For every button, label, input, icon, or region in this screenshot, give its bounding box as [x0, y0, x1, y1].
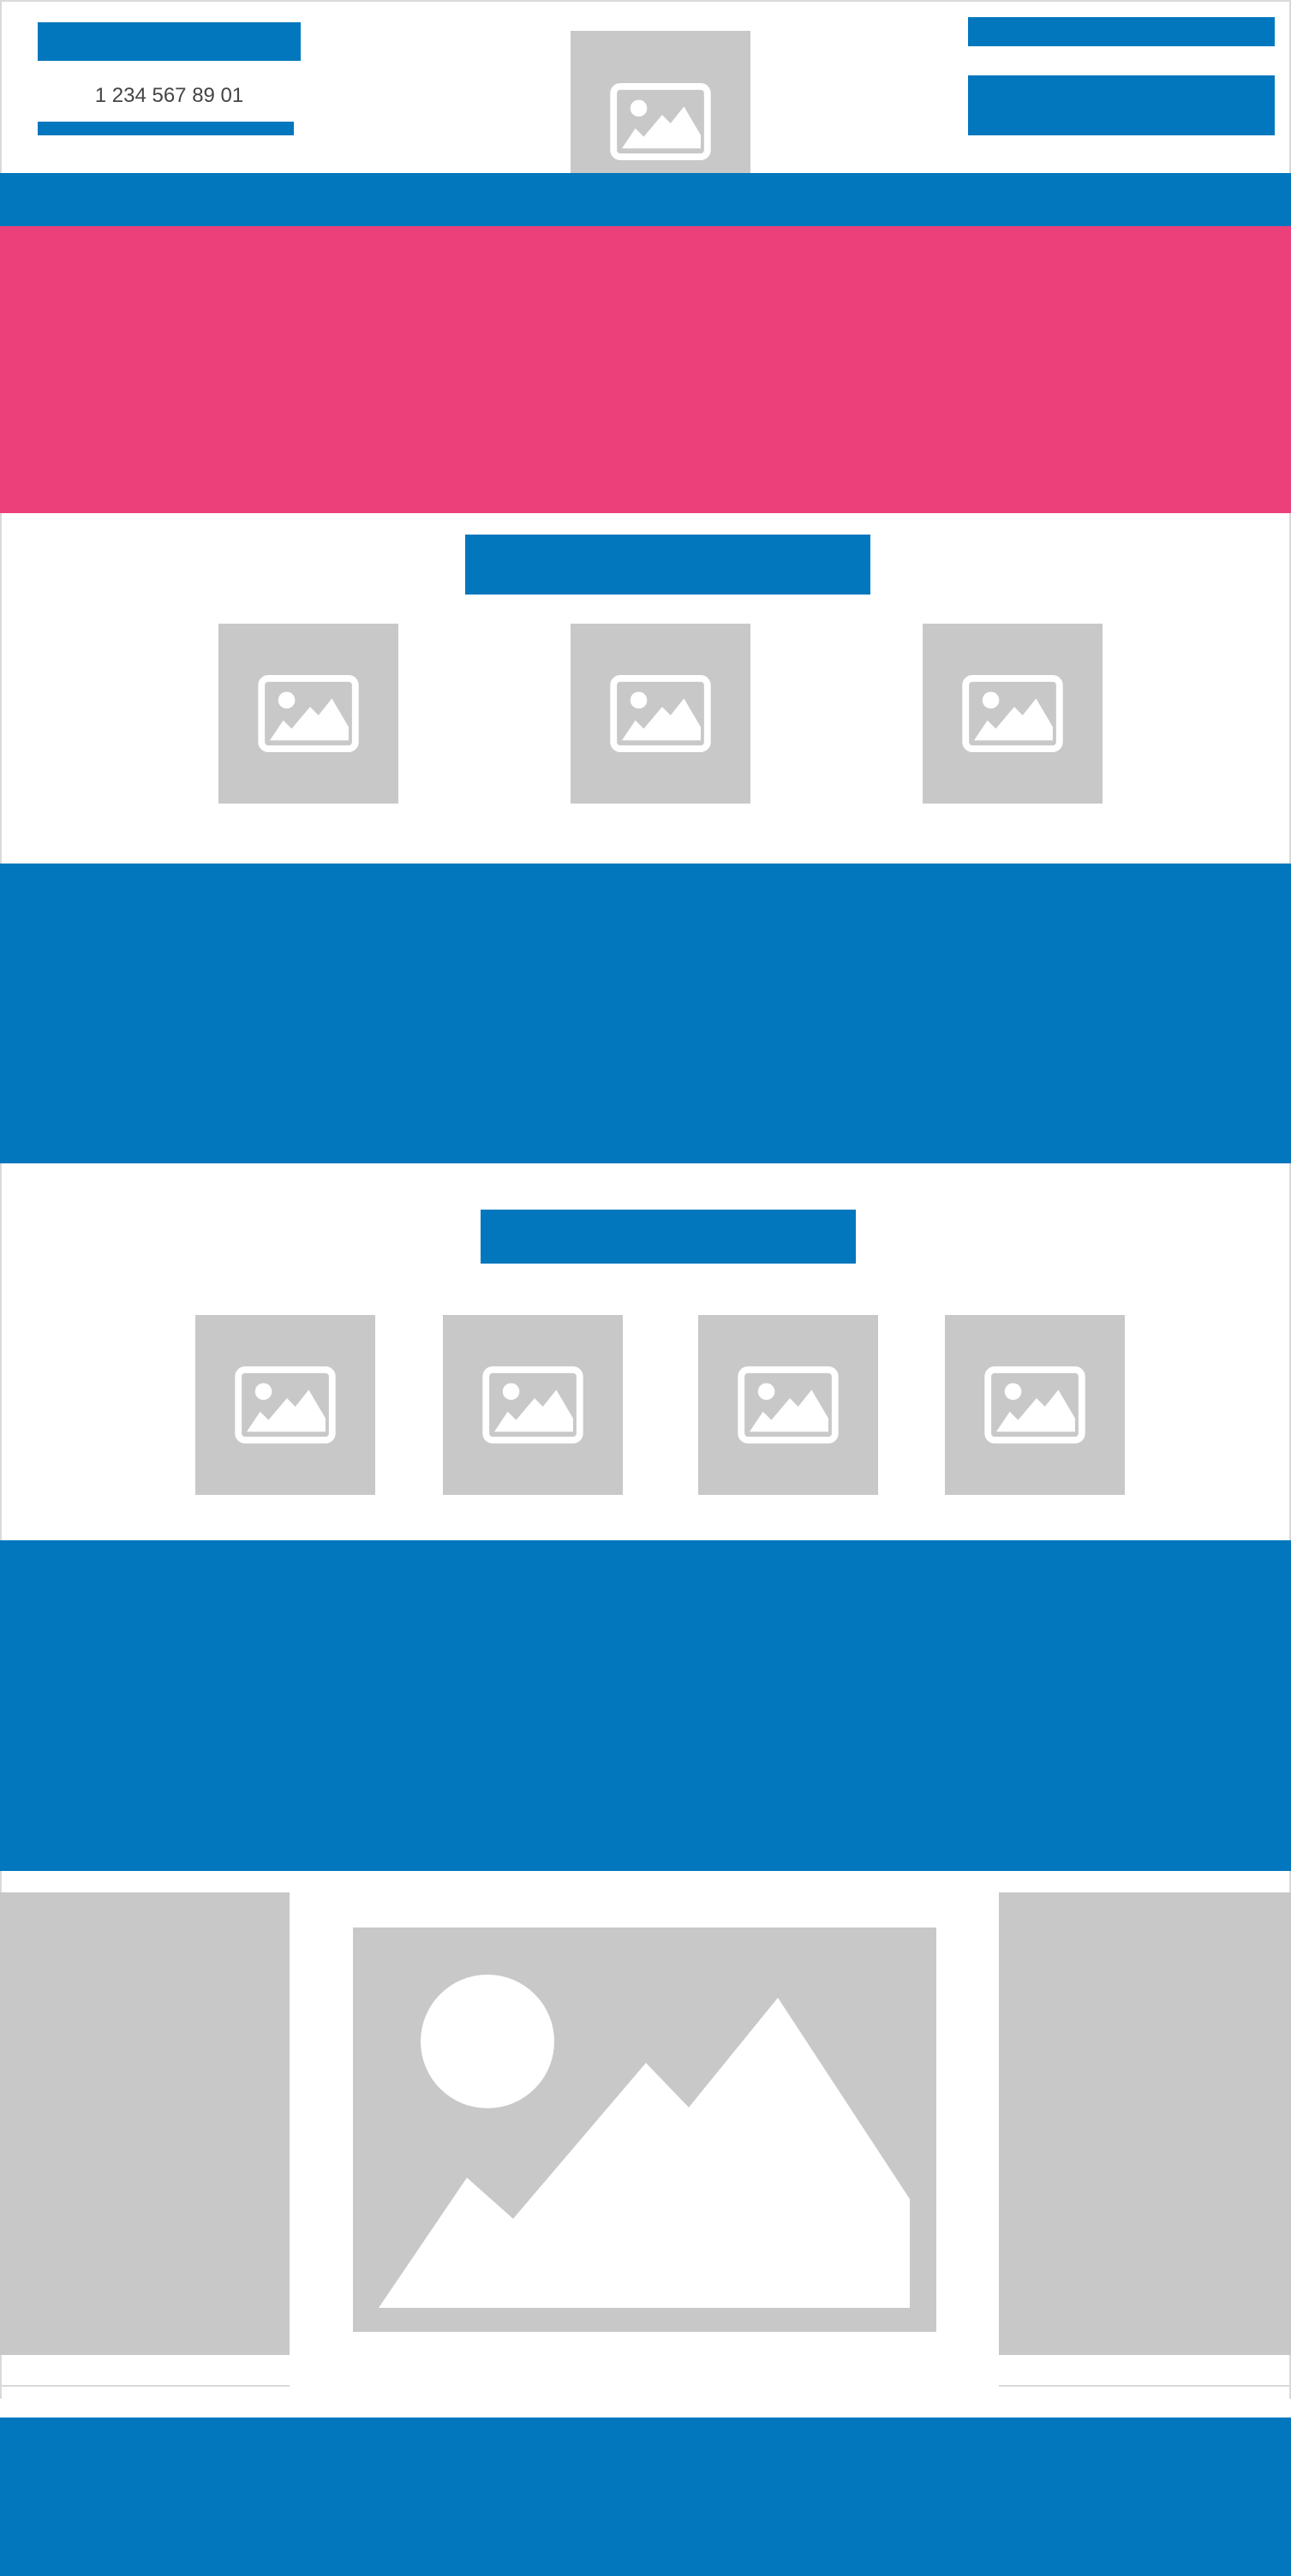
nav-bar[interactable] — [0, 173, 1291, 226]
header-right-bar-bottom[interactable] — [968, 75, 1275, 135]
section-two-title-bar — [481, 1210, 856, 1264]
content-band-two — [0, 1540, 1291, 1871]
header-left-bar[interactable] — [38, 22, 301, 61]
header-right-bar-top[interactable] — [968, 17, 1275, 46]
gallery-right-panel — [999, 1892, 1291, 2355]
content-band-one — [0, 864, 1291, 1163]
section-two-image-4 — [945, 1315, 1125, 1495]
header-left-underline — [38, 122, 294, 135]
image-icon — [984, 1366, 1085, 1443]
image-icon — [235, 1366, 336, 1443]
gallery-left-panel — [0, 1892, 290, 2355]
footer-bar — [0, 2418, 1291, 2576]
image-icon — [379, 1975, 910, 2308]
section-two-image-1 — [195, 1315, 375, 1495]
hero-banner — [0, 226, 1291, 513]
page-top-border — [0, 0, 1291, 2]
image-icon — [738, 1366, 839, 1443]
header-phone: 1 234 567 89 01 — [94, 84, 244, 107]
section-two-image-3 — [698, 1315, 878, 1495]
section-one-image-3 — [923, 624, 1103, 804]
image-icon — [258, 675, 359, 752]
header-logo-placeholder — [571, 31, 750, 173]
section-one-image-1 — [218, 624, 398, 804]
section-one-title-bar — [465, 535, 870, 595]
image-icon — [962, 675, 1063, 752]
image-icon — [482, 1366, 583, 1443]
image-icon — [610, 83, 711, 160]
section-one-image-2 — [571, 624, 750, 804]
gallery-main-image[interactable] — [353, 1928, 936, 2332]
image-icon — [610, 675, 711, 752]
section-two-image-2 — [443, 1315, 623, 1495]
